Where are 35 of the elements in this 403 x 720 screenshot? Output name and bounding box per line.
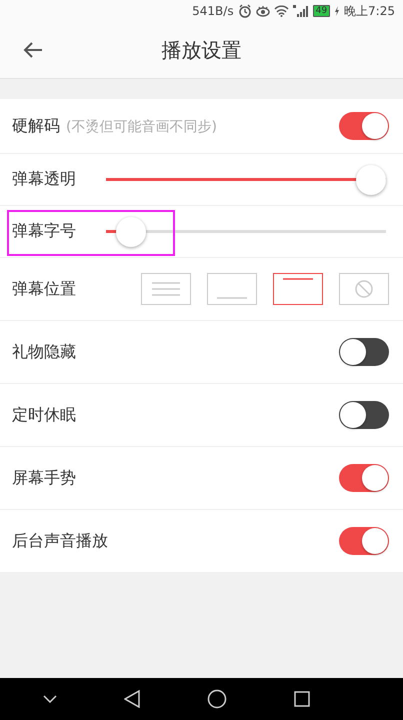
- signal-icon: [292, 5, 309, 17]
- home-circle-icon[interactable]: [206, 689, 227, 709]
- setting-label: 硬解码: [12, 116, 60, 136]
- toggle-switch[interactable]: [339, 401, 389, 429]
- eye-icon: [256, 5, 270, 17]
- toggle-switch[interactable]: [339, 112, 389, 140]
- charging-icon: [334, 6, 340, 16]
- chevron-down-icon[interactable]: [43, 695, 58, 703]
- clock-time: 晚上7:25: [344, 2, 395, 20]
- recents-square-icon[interactable]: [294, 691, 310, 707]
- slider-thumb[interactable]: [356, 164, 386, 194]
- page-title: 播放设置: [162, 36, 242, 64]
- back-arrow-icon[interactable]: [23, 42, 43, 58]
- toggle-switch[interactable]: [339, 464, 389, 492]
- battery-indicator: 49: [312, 5, 330, 17]
- lines-icon: [152, 282, 180, 296]
- toggle-switch[interactable]: [339, 527, 389, 555]
- network-speed: 541B/s: [192, 4, 234, 18]
- alarm-clock-icon: [238, 4, 252, 18]
- setting-label: 弹幕字号: [12, 221, 76, 242]
- setting-label: 后台声音播放: [12, 530, 108, 552]
- setting-label: 礼物隐藏: [12, 342, 76, 362]
- setting-hint: (不烫但可能音画不同步): [66, 118, 217, 136]
- position-option[interactable]: [273, 273, 323, 305]
- setting-label: 定时休眠: [12, 404, 76, 426]
- line-icon: [217, 297, 247, 299]
- toggle-switch[interactable]: [339, 338, 389, 366]
- slider-thumb[interactable]: [116, 216, 146, 246]
- line-icon: [283, 278, 313, 280]
- prohibited-icon: [355, 280, 373, 298]
- wifi-icon: [274, 5, 289, 17]
- setting-label: 弹幕位置: [12, 278, 76, 300]
- setting-label: 屏幕手势: [12, 468, 76, 488]
- setting-label: 弹幕透明: [12, 169, 76, 190]
- back-triangle-icon[interactable]: [124, 690, 140, 708]
